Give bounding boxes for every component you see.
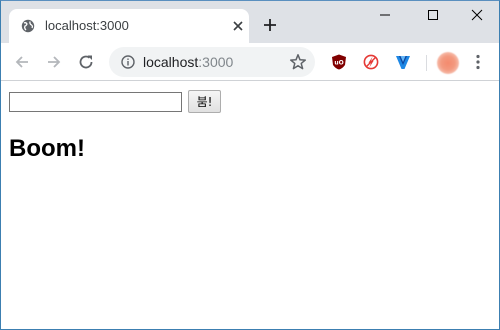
- globe-icon: [21, 19, 35, 33]
- address-bar[interactable]: localhost:3000: [109, 47, 315, 77]
- browser-toolbar: localhost:3000 uO: [1, 43, 499, 81]
- url-host: localhost: [143, 54, 199, 70]
- browser-window: localhost:3000 localhost:3000 uO 붐! Boom…: [0, 0, 500, 330]
- back-arrow-icon[interactable]: [13, 53, 31, 71]
- toolbar-separator: [426, 55, 427, 71]
- close-icon[interactable]: [231, 19, 245, 33]
- flash-blocker-icon[interactable]: [363, 54, 379, 70]
- tab-title: localhost:3000: [45, 18, 129, 33]
- maximize-icon[interactable]: [425, 7, 441, 23]
- browser-tab[interactable]: localhost:3000: [9, 9, 249, 43]
- v-extension-icon[interactable]: [395, 54, 411, 70]
- minimize-icon[interactable]: [377, 7, 393, 23]
- forward-arrow-icon[interactable]: [45, 53, 63, 71]
- text-input[interactable]: [9, 92, 182, 112]
- tab-strip: localhost:3000: [1, 1, 499, 43]
- more-vert-icon[interactable]: [475, 54, 481, 70]
- ublock-icon[interactable]: uO: [331, 54, 347, 70]
- page-content: 붐! Boom!: [1, 82, 499, 329]
- star-icon[interactable]: [289, 53, 307, 71]
- plus-icon[interactable]: [263, 18, 277, 32]
- window-close-icon[interactable]: [469, 7, 485, 23]
- reload-icon[interactable]: [77, 53, 95, 71]
- boom-button[interactable]: 붐!: [188, 90, 221, 113]
- url-port: :3000: [198, 54, 234, 70]
- page-heading: Boom!: [9, 135, 85, 162]
- url-text[interactable]: localhost:3000: [143, 54, 233, 70]
- profile-avatar[interactable]: [437, 52, 459, 74]
- svg-text:uO: uO: [334, 60, 343, 67]
- info-icon[interactable]: [121, 55, 135, 69]
